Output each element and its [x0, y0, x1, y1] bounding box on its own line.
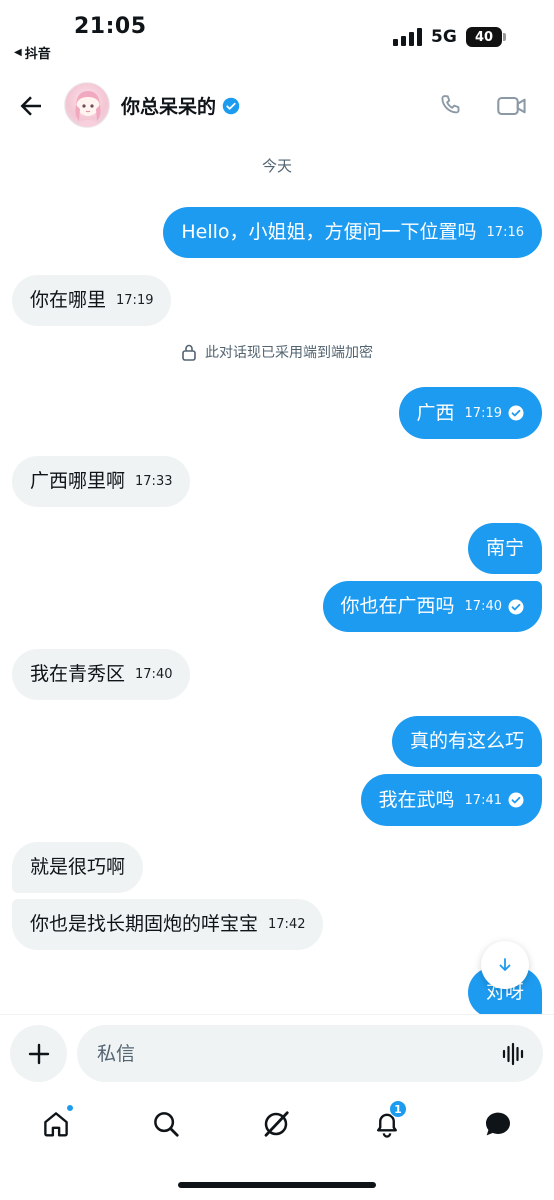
verified-badge-icon	[222, 97, 240, 114]
battery-icon: 40	[466, 27, 502, 47]
grok-icon	[264, 1111, 289, 1137]
plus-icon	[28, 1043, 49, 1064]
message-outgoing[interactable]: 我在武鸣 17:41	[360, 774, 542, 826]
phone-call-icon[interactable]	[437, 92, 465, 120]
avatar[interactable]	[64, 82, 110, 128]
read-check-icon	[508, 405, 524, 421]
battery-cap	[503, 33, 506, 41]
tab-grok[interactable]	[258, 1106, 294, 1142]
network-type: 5G	[431, 27, 457, 47]
message-time: 17:40	[464, 599, 502, 614]
contact-name-text: 你总呆呆的	[121, 96, 217, 118]
tab-search[interactable]	[148, 1106, 184, 1142]
home-icon	[44, 1112, 68, 1137]
message-text: 广西哪里啊	[30, 470, 126, 492]
message-text: 你也在广西吗	[340, 595, 455, 617]
message-outgoing[interactable]: 你也在广西吗 17:40	[322, 581, 542, 632]
message-incoming[interactable]: 广西哪里啊 17:33	[12, 456, 191, 507]
message-input[interactable]	[97, 1042, 487, 1065]
status-bar: 21:05 ◀ 抖音 5G 40	[0, 0, 554, 70]
signal-icon	[393, 28, 422, 46]
add-attachment-button[interactable]	[10, 1025, 67, 1082]
message-time: 17:19	[464, 405, 502, 421]
voice-message-icon[interactable]	[501, 1041, 527, 1067]
contact-name[interactable]: 你总呆呆的	[121, 92, 240, 119]
read-check-icon	[508, 792, 524, 808]
notification-count-badge: 1	[389, 1100, 407, 1118]
status-time: 21:05	[74, 14, 147, 39]
message-time: 17:42	[268, 917, 306, 932]
message-text: 我在青秀区	[30, 663, 126, 685]
back-to-app[interactable]: ◀ 抖音	[14, 43, 51, 62]
tab-notifications[interactable]: 1	[369, 1100, 407, 1142]
encryption-notice: 此对话现已采用端到端加密	[0, 342, 554, 362]
message-outgoing[interactable]: 真的有这么巧	[391, 716, 542, 767]
message-incoming[interactable]: 你也是找长期固炮的咩宝宝 17:42	[12, 899, 324, 950]
message-text: 我在武鸣	[378, 788, 455, 811]
encryption-notice-text: 此对话现已采用端到端加密	[205, 345, 373, 361]
back-triangle-icon: ◀	[14, 47, 22, 58]
message-text: 就是很巧啊	[30, 856, 126, 878]
video-call-icon[interactable]	[496, 92, 528, 120]
message-time: 17:16	[486, 225, 524, 240]
scroll-to-bottom-button[interactable]	[481, 941, 529, 989]
message-time: 17:40	[135, 667, 173, 682]
message-text: 你在哪里	[30, 289, 107, 311]
message-outgoing[interactable]: Hello，小姐姐，方便问一下位置吗 17:16	[163, 207, 542, 258]
tab-messages[interactable]	[480, 1106, 516, 1142]
tab-home[interactable]	[38, 1104, 74, 1142]
chat-bubble-icon	[486, 1112, 510, 1136]
message-text: 南宁	[485, 537, 524, 559]
avatar-illustration-icon	[75, 91, 101, 127]
message-outgoing[interactable]: 广西 17:19	[398, 387, 542, 439]
search-icon	[154, 1112, 179, 1137]
message-text: 真的有这么巧	[409, 730, 524, 752]
message-incoming[interactable]: 你在哪里 17:19	[12, 275, 172, 326]
message-text: Hello，小姐姐，方便问一下位置吗	[181, 221, 477, 243]
arrow-down-icon	[499, 958, 511, 971]
lock-icon	[182, 344, 196, 361]
message-time: 17:19	[116, 293, 154, 308]
message-time: 17:41	[464, 792, 502, 808]
bottom-tab-bar: 1	[0, 1096, 554, 1156]
read-check-icon	[508, 599, 524, 614]
message-incoming[interactable]: 就是很巧啊	[12, 842, 144, 893]
home-unread-dot	[66, 1104, 74, 1112]
message-incoming[interactable]: 我在青秀区 17:40	[12, 649, 191, 700]
back-app-label: 抖音	[24, 47, 51, 62]
message-time: 17:33	[135, 474, 173, 489]
message-input-container	[77, 1025, 543, 1082]
message-text: 广西	[416, 401, 455, 424]
home-indicator	[178, 1182, 376, 1188]
composer-divider	[0, 1014, 554, 1015]
message-text: 你也是找长期固炮的咩宝宝	[30, 913, 259, 935]
date-separator: 今天	[261, 157, 292, 175]
message-outgoing[interactable]: 南宁	[467, 523, 542, 574]
chat-header: 你总呆呆的	[0, 74, 554, 136]
back-arrow-icon[interactable]	[16, 91, 46, 121]
